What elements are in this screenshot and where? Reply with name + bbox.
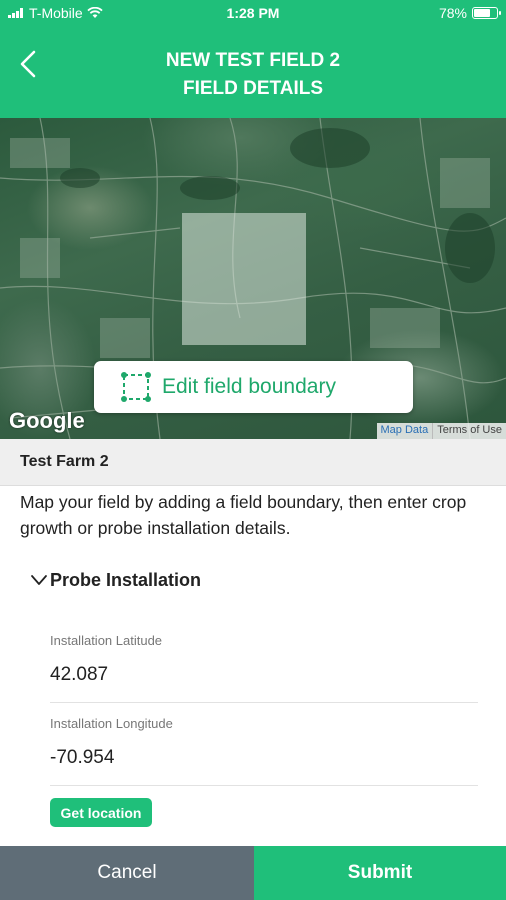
app-header: T-Mobile 1:28 PM 78% NEW TEST FIELD 2 FI… [0, 0, 506, 118]
edit-field-boundary-label: Edit field boundary [162, 375, 336, 398]
title-field-name: NEW TEST FIELD 2 [165, 50, 341, 71]
page-title: NEW TEST FIELD 2 FIELD DETAILS [60, 47, 446, 103]
map-data-link[interactable]: Map Data [377, 423, 434, 439]
chevron-down-icon [31, 575, 47, 585]
intro-text: Map your field by adding a field boundar… [20, 492, 467, 538]
edit-field-boundary-button[interactable]: Edit field boundary [94, 361, 413, 413]
battery-icon [472, 7, 501, 19]
submit-button[interactable]: Submit [254, 846, 506, 900]
farm-name-bar: Test Farm 2 [0, 439, 506, 486]
cancel-button[interactable]: Cancel [0, 846, 254, 900]
status-time: 1:28 PM [226, 5, 280, 21]
longitude-field[interactable]: -70.954 [50, 747, 114, 769]
status-bar: T-Mobile 1:28 PM 78% [0, 0, 506, 28]
back-button[interactable] [10, 46, 46, 82]
get-location-button[interactable]: Get location [50, 798, 152, 827]
latitude-label: Installation Latitude [50, 633, 163, 648]
probe-installation-title: Probe Installation [50, 569, 202, 590]
longitude-divider [50, 785, 478, 786]
longitude-label: Installation Longitude [50, 716, 173, 731]
probe-installation-toggle[interactable]: Probe Installation [30, 566, 201, 594]
latitude-field[interactable]: 42.087 [50, 664, 108, 686]
boundary-select-icon [121, 372, 151, 402]
farm-name: Test Farm 2 [20, 453, 109, 470]
title-subtitle: FIELD DETAILS [182, 78, 324, 99]
terms-of-use-link[interactable]: Terms of Use [433, 423, 506, 439]
latitude-divider [50, 702, 478, 703]
battery-indicator: 78% [438, 5, 501, 21]
google-logo: Google [9, 408, 85, 433]
battery-percent: 78% [438, 5, 467, 21]
field-boundary-polygon[interactable] [182, 213, 306, 345]
chevron-left-icon [20, 50, 36, 78]
map-attribution: Map Data Terms of Use [376, 423, 506, 439]
